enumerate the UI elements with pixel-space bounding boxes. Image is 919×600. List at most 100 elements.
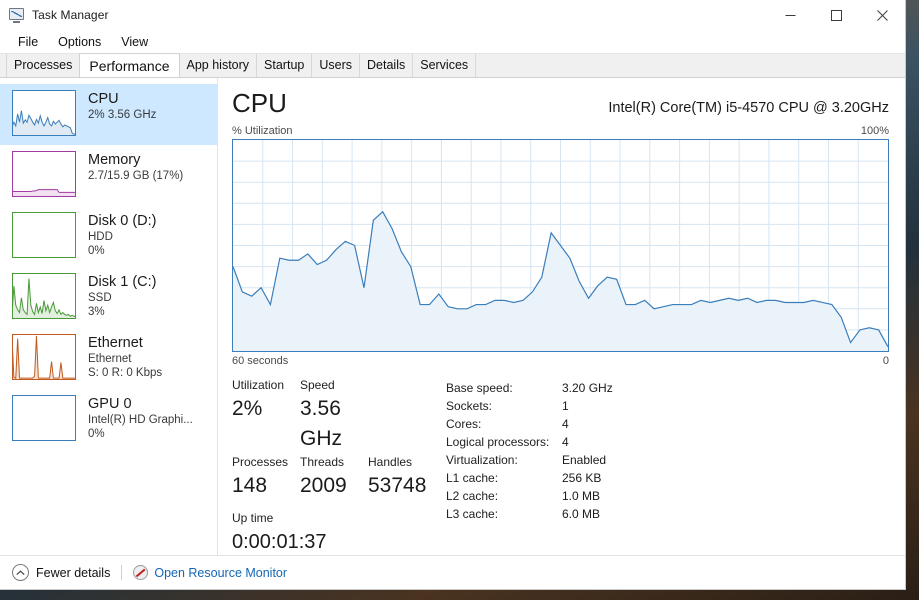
stat-processes-label: Processes [232,455,289,469]
stat-utilization-label: Utilization [232,378,285,392]
stat-utilization: Utilization 2% [232,377,300,454]
spec-row: L1 cache: 256 KB [446,469,613,487]
stat-uptime-label: Up time [232,511,274,525]
stat-processes: Processes 148 [232,454,300,501]
sidebar-item-disk0-sub1: HDD [88,231,113,243]
sidebar-item-disk1-sub2: 3% [88,306,105,318]
spec-value-logical-processors: 4 [562,435,569,449]
window-controls [767,0,905,30]
tab-app-history[interactable]: App history [178,54,258,77]
window-title: Task Manager [32,8,109,22]
sidebar-item-memory-sub1: 2.7/15.9 GB (17%) [88,170,184,182]
stat-threads: Threads 2009 [300,454,368,501]
sidebar-item-gpu0-title: GPU 0 [88,396,132,412]
memory-mini-chart [12,151,76,197]
graph-x-start-label: 60 seconds [232,355,289,367]
cpu-mini-chart [12,90,76,136]
chevron-up-circle-icon [12,564,29,581]
cpu-stats-left: Utilization 2% Speed 3.56 GHz Processes … [232,377,440,557]
spec-value-cores: 4 [562,417,569,431]
resource-sidebar: CPU 2% 3.56 GHz Memory 2.7/15.9 GB (17%)… [0,78,218,555]
stat-threads-label: Threads [300,455,345,469]
sidebar-item-memory-title: Memory [88,152,141,168]
sidebar-item-gpu0-sub1: Intel(R) HD Graphi... [88,414,193,426]
sidebar-item-memory[interactable]: Memory 2.7/15.9 GB (17%) [0,145,217,206]
tab-services[interactable]: Services [412,54,477,77]
fewer-details-button[interactable]: Fewer details [12,564,110,581]
tab-users[interactable]: Users [311,54,361,77]
maximize-button[interactable] [813,0,859,30]
graph-y-axis-label: % Utilization [232,125,293,137]
stat-speed: Speed 3.56 GHz [300,377,372,454]
sidebar-item-ethernet-sub2: S: 0 R: 0 Kbps [88,367,163,379]
disk1-mini-chart [12,273,76,319]
sidebar-item-disk0-sub2: 0% [88,245,105,257]
open-resource-monitor-link[interactable]: Open Resource Monitor [133,565,287,580]
spec-label-base-speed: Base speed: [446,381,513,395]
close-button[interactable] [859,0,905,30]
cpu-spec-list: Base speed: 3.20 GHz Sockets: 1 Cores: 4… [446,377,613,557]
sidebar-item-ethernet[interactable]: Ethernet Ethernet S: 0 R: 0 Kbps [0,328,217,389]
menu-item-file[interactable]: File [9,32,47,52]
spec-row: Cores: 4 [446,415,613,433]
sidebar-item-gpu0-sub2: 0% [88,428,105,440]
spec-row: L2 cache: 1.0 MB [446,487,613,505]
graph-top-labels: % Utilization 100% [232,125,889,137]
stat-speed-value: 3.56 GHz [300,397,342,450]
spec-value-base-speed: 3.20 GHz [562,381,613,395]
tab-details[interactable]: Details [359,54,414,77]
spec-value-virtualization: Enabled [562,453,607,467]
spec-value-l1-cache: 256 KB [562,471,602,485]
stat-handles: Handles 53748 [368,454,436,501]
stat-uptime-value: 0:00:01:37 [232,531,327,553]
stat-utilization-value: 2% [232,397,263,420]
cpu-detail-pane: CPU Intel(R) Core(TM) i5-4570 CPU @ 3.20… [218,78,905,555]
tab-processes[interactable]: Processes [6,54,81,77]
sidebar-item-cpu[interactable]: CPU 2% 3.56 GHz [0,84,217,145]
disk0-mini-chart [12,212,76,258]
stat-threads-value: 2009 [300,474,347,497]
gpu-mini-chart [12,395,76,441]
sidebar-item-disk1[interactable]: Disk 1 (C:) SSD 3% [0,267,217,328]
task-manager-icon [9,7,25,23]
spec-label-l2-cache: L2 cache: [446,489,499,503]
spec-label-l1-cache: L1 cache: [446,471,499,485]
tab-strip: Processes Performance App history Startu… [0,53,905,78]
page-title: CPU [232,88,287,118]
footer-divider [121,565,123,580]
sidebar-item-ethernet-title: Ethernet [88,335,143,351]
spec-row: Base speed: 3.20 GHz [446,379,613,397]
spec-row: Logical processors: 4 [446,433,613,451]
content-area: CPU 2% 3.56 GHz Memory 2.7/15.9 GB (17%)… [0,78,905,555]
stat-processes-value: 148 [232,474,268,497]
status-bar: Fewer details Open Resource Monitor [0,555,905,589]
cpu-stats: Utilization 2% Speed 3.56 GHz Processes … [232,377,889,557]
sidebar-item-disk1-title: Disk 1 (C:) [88,274,157,290]
spec-label-cores: Cores: [446,417,482,431]
cpu-model-label: Intel(R) Core(TM) i5-4570 CPU @ 3.20GHz [608,100,889,116]
stat-uptime: Up time 0:00:01:37 [232,510,440,557]
stat-speed-label: Speed [300,378,335,392]
minimize-button[interactable] [767,0,813,30]
sidebar-item-gpu0[interactable]: GPU 0 Intel(R) HD Graphi... 0% [0,389,217,450]
graph-bottom-labels: 60 seconds 0 [232,355,889,367]
task-manager-window: Task Manager File Options View Processes… [0,0,906,590]
cpu-utilization-chart [232,139,889,352]
spec-row: Sockets: 1 [446,397,613,415]
menu-item-options[interactable]: Options [49,32,110,52]
spec-row: Virtualization: Enabled [446,451,613,469]
spec-value-l2-cache: 1.0 MB [562,489,601,503]
sidebar-item-ethernet-sub1: Ethernet [88,353,132,365]
spec-label-sockets: Sockets: [446,399,493,413]
resource-monitor-icon [133,565,149,580]
tab-startup[interactable]: Startup [256,54,313,77]
menu-item-view[interactable]: View [112,32,157,52]
spec-label-virtualization: Virtualization: [446,453,518,467]
graph-y-max-label: 100% [860,125,889,137]
sidebar-item-disk1-sub1: SSD [88,292,112,304]
spec-label-logical-processors: Logical processors: [446,435,550,449]
tab-performance[interactable]: Performance [79,53,180,77]
ethernet-mini-chart [12,334,76,380]
sidebar-item-disk0[interactable]: Disk 0 (D:) HDD 0% [0,206,217,267]
fewer-details-label: Fewer details [36,565,111,580]
